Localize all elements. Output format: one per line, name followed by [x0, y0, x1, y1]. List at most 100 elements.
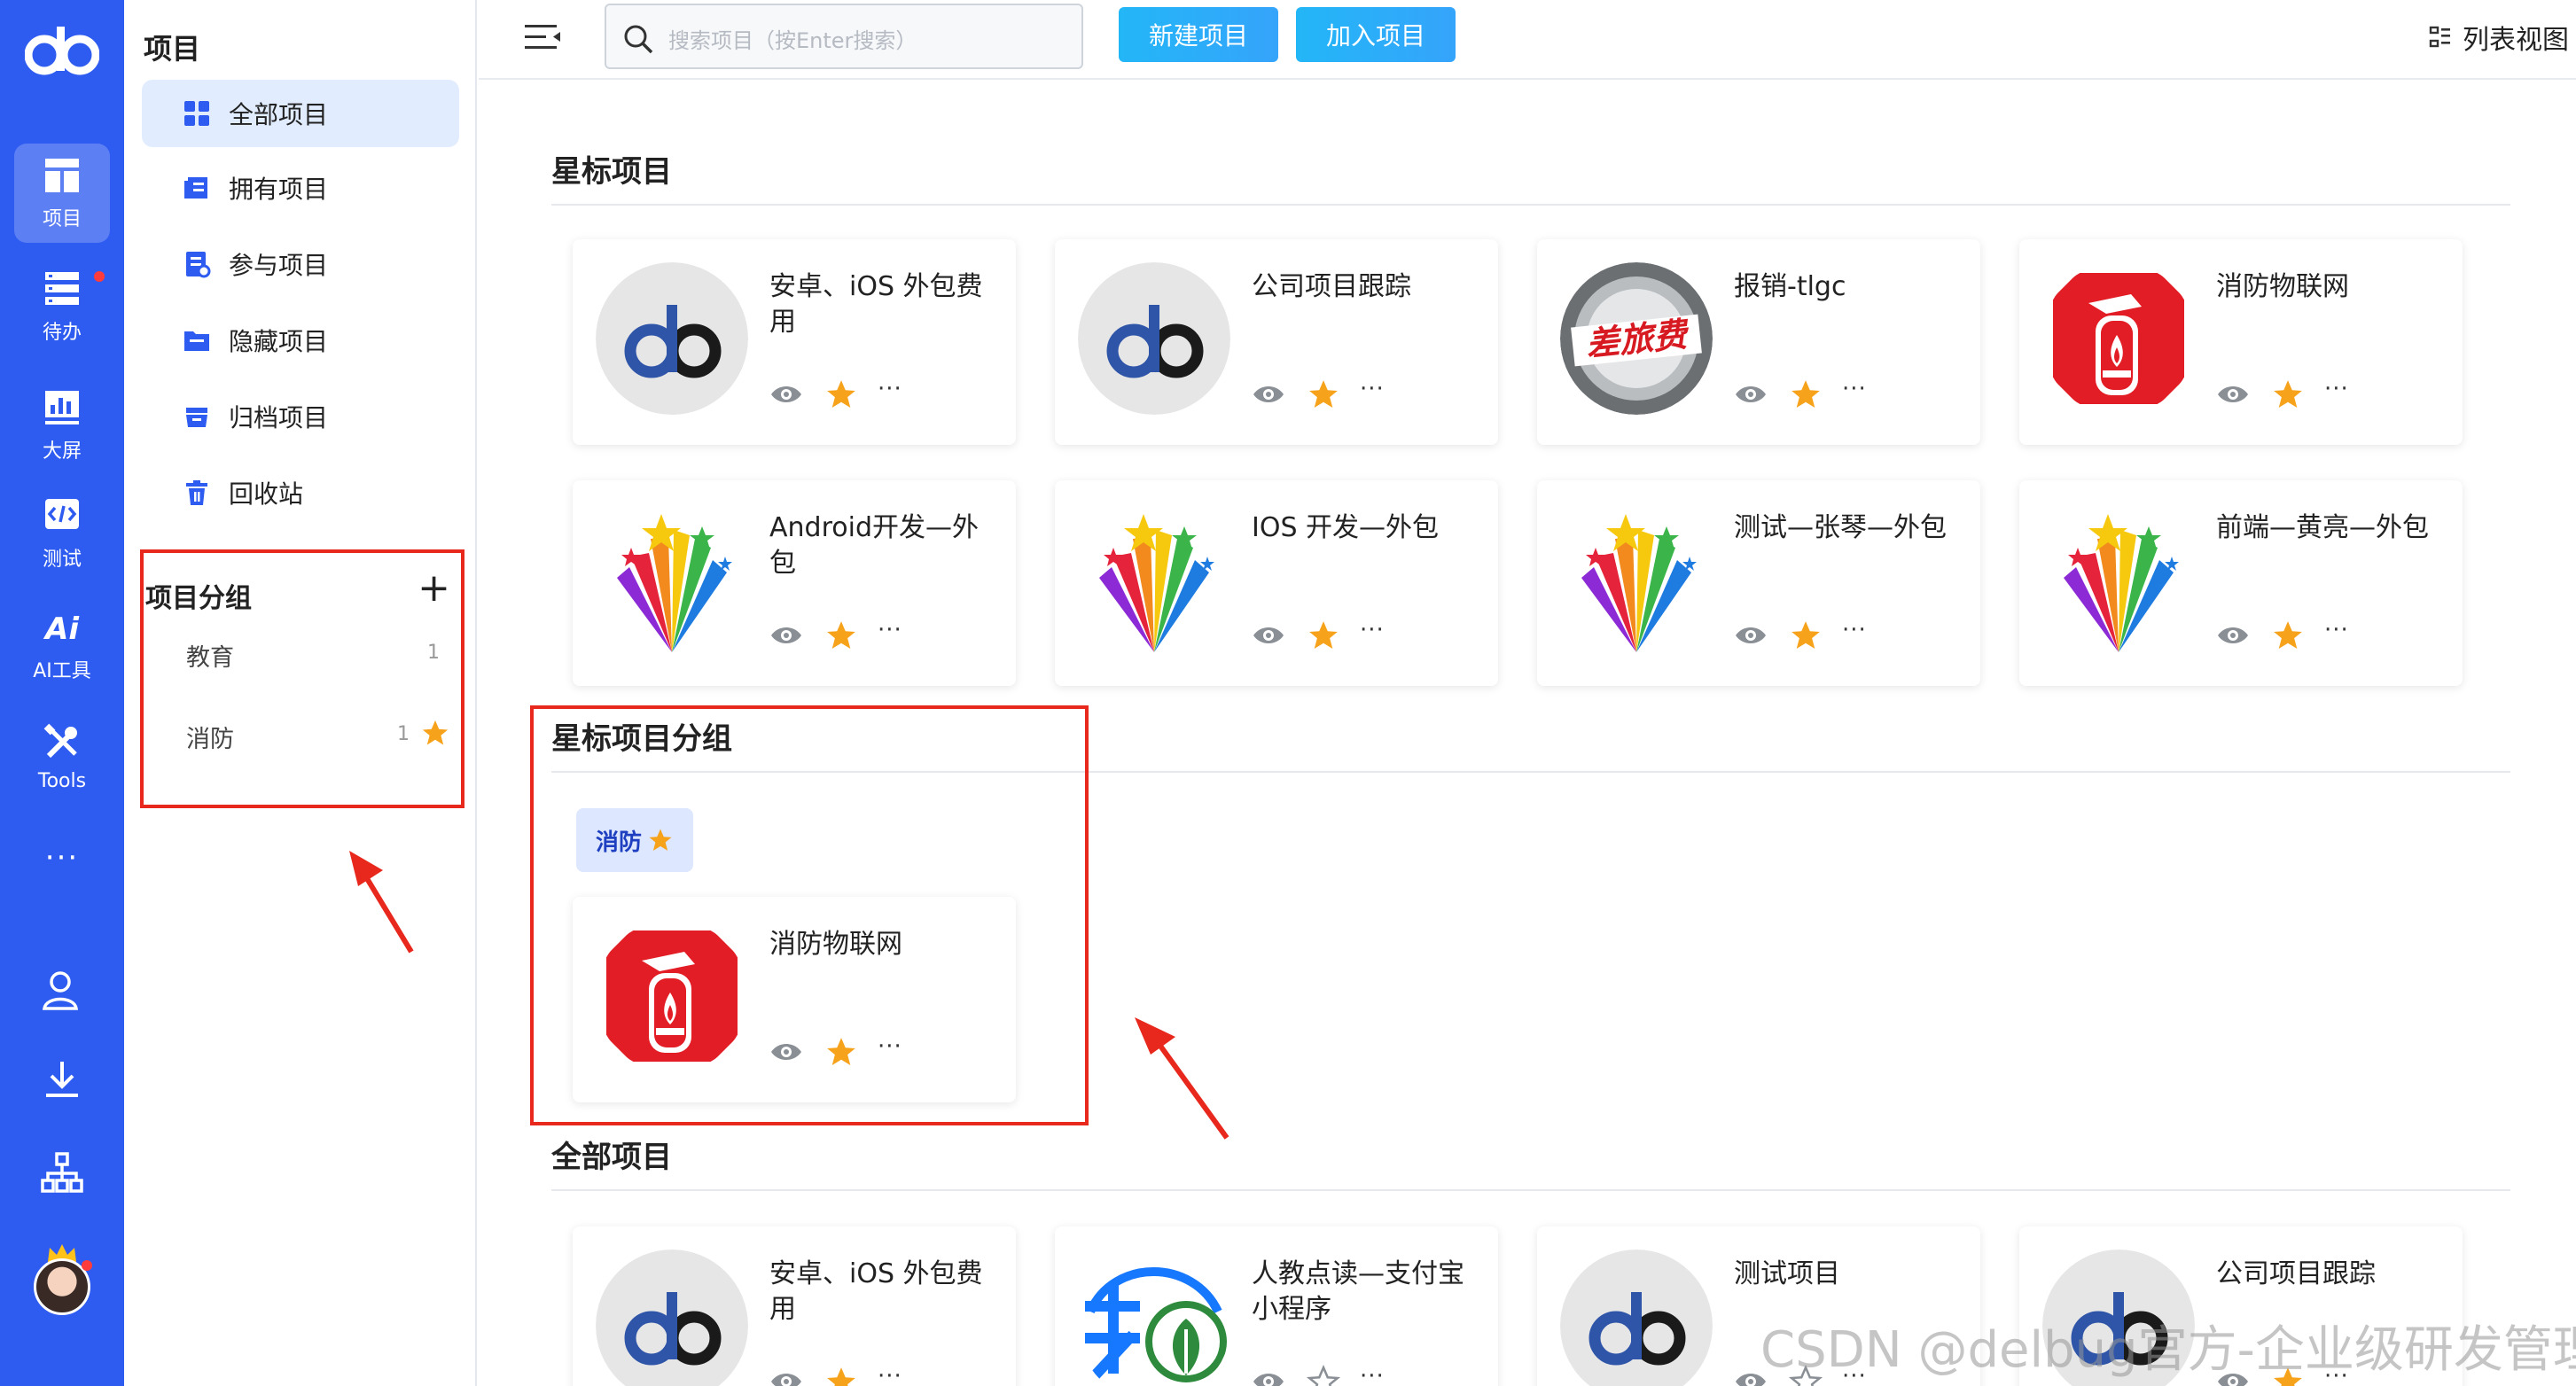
- rail-item-testing[interactable]: 测试: [14, 484, 110, 583]
- search-box[interactable]: 搜索项目（按Enter搜索）: [605, 4, 1083, 69]
- trash-icon: [186, 480, 207, 505]
- project-name[interactable]: 人教点读—支付宝小程序: [1252, 1257, 1473, 1328]
- project-card[interactable]: 人教点读—支付宝小程序 ···: [1055, 1226, 1498, 1386]
- eye-icon[interactable]: [1252, 383, 1285, 406]
- watermark: CSDN @delbug官方-企业级研发管理: [1760, 1321, 2576, 1379]
- more-options-button[interactable]: ···: [1360, 376, 1385, 402]
- menu-item-owned-projects[interactable]: 拥有项目: [142, 154, 459, 222]
- star-icon[interactable]: [1307, 1365, 1340, 1386]
- project-name[interactable]: 测试项目: [1734, 1257, 1955, 1292]
- user-icon[interactable]: [39, 968, 85, 1014]
- eye-icon[interactable]: [2216, 624, 2250, 647]
- rail-item-projects[interactable]: 项目: [14, 144, 110, 243]
- list-view-label: 列表视图: [2463, 25, 2569, 56]
- project-card[interactable]: 测试—张琴—外包 ···: [1537, 480, 1980, 686]
- star-icon[interactable]: [824, 378, 858, 411]
- menu-item-label: 全部项目: [229, 100, 329, 129]
- project-name[interactable]: 公司项目跟踪: [1252, 269, 1473, 305]
- menu-item-recycle-bin[interactable]: 回收站: [142, 459, 459, 526]
- project-name[interactable]: Android开发—外包: [769, 510, 991, 581]
- code-icon: [45, 499, 79, 529]
- more-options-button[interactable]: ···: [1360, 617, 1385, 643]
- project-name[interactable]: 测试—张琴—外包: [1734, 510, 1955, 546]
- download-icon[interactable]: [39, 1056, 85, 1102]
- eye-icon[interactable]: [769, 1370, 803, 1386]
- project-name[interactable]: 安卓、iOS 外包费用: [769, 269, 991, 340]
- more-options-button[interactable]: ···: [2324, 617, 2349, 643]
- star-icon[interactable]: [1307, 378, 1340, 411]
- project-name[interactable]: 前端—黄亮—外包: [2216, 510, 2438, 546]
- star-icon[interactable]: [2271, 619, 2305, 652]
- more-options-button[interactable]: ···: [878, 1033, 902, 1060]
- app-logo-icon[interactable]: [25, 23, 99, 80]
- project-groups-title: 项目分组: [145, 583, 252, 614]
- project-card[interactable]: 消防物联网 ···: [2019, 239, 2463, 445]
- travel-expense-logo-icon: 差旅费: [1560, 262, 1713, 415]
- search-icon: [624, 25, 653, 54]
- ai-icon: Ai: [43, 611, 80, 647]
- group-item-education[interactable]: 教育: [186, 638, 234, 673]
- star-icon[interactable]: [824, 619, 858, 652]
- project-card[interactable]: 公司项目跟踪 ···: [1055, 239, 1498, 445]
- more-options-button[interactable]: ···: [2324, 376, 2349, 402]
- menu-item-label: 参与项目: [229, 251, 329, 280]
- star-icon[interactable]: [1307, 619, 1340, 652]
- more-options-button[interactable]: ···: [1842, 376, 1867, 402]
- join-project-button[interactable]: 加入项目: [1296, 7, 1456, 62]
- eye-icon[interactable]: [1734, 383, 1768, 406]
- more-options-button[interactable]: ···: [878, 617, 902, 643]
- search-input[interactable]: 搜索项目（按Enter搜索）: [668, 23, 917, 54]
- new-project-button[interactable]: 新建项目: [1119, 7, 1278, 62]
- eye-icon[interactable]: [1252, 1370, 1285, 1386]
- project-card[interactable]: 安卓、iOS 外包费用 ···: [573, 239, 1016, 445]
- rail-item-ai-tools[interactable]: Ai AI工具: [14, 596, 110, 695]
- more-options-button[interactable]: ···: [1360, 1363, 1385, 1386]
- star-icon[interactable]: [824, 1365, 858, 1386]
- rail-item-dashboard[interactable]: 大屏: [14, 376, 110, 475]
- star-icon[interactable]: [2271, 378, 2305, 411]
- rail-item-label: Tools: [37, 769, 87, 792]
- more-options-button[interactable]: ···: [878, 376, 902, 402]
- collapse-menu-icon[interactable]: [523, 21, 562, 53]
- project-card[interactable]: 差旅费 报销-tlgc ···: [1537, 239, 1980, 445]
- project-card[interactable]: 前端—黄亮—外包 ···: [2019, 480, 2463, 686]
- project-card[interactable]: 安卓、iOS 外包费用 ···: [573, 1226, 1016, 1386]
- eye-icon[interactable]: [769, 624, 803, 647]
- star-icon[interactable]: [420, 718, 450, 748]
- project-name[interactable]: 消防物联网: [769, 927, 991, 962]
- annotation-arrow-icon: [1135, 1017, 1229, 1140]
- add-group-button[interactable]: +: [418, 569, 450, 608]
- list-view-toggle[interactable]: 列表视图: [2429, 18, 2569, 57]
- eye-icon[interactable]: [769, 383, 803, 406]
- star-icon[interactable]: [1789, 619, 1823, 652]
- eye-icon[interactable]: [2216, 383, 2250, 406]
- star-icon[interactable]: [1789, 378, 1823, 411]
- more-options-button[interactable]: ···: [878, 1363, 902, 1386]
- rail-item-tools[interactable]: Tools: [14, 707, 110, 806]
- project-card[interactable]: 消防物联网 ···: [573, 897, 1016, 1102]
- menu-item-hidden-projects[interactable]: 隐藏项目: [142, 307, 459, 374]
- notification-dot: [94, 271, 105, 282]
- eye-icon[interactable]: [769, 1040, 803, 1063]
- menu-item-archived-projects[interactable]: 归档项目: [142, 383, 459, 450]
- project-name[interactable]: 消防物联网: [2216, 269, 2438, 305]
- project-name[interactable]: 公司项目跟踪: [2216, 1257, 2438, 1292]
- more-options-button[interactable]: ···: [1842, 617, 1867, 643]
- star-icon[interactable]: [824, 1035, 858, 1069]
- bar-chart-icon: [45, 391, 79, 424]
- project-name[interactable]: IOS 开发—外包: [1252, 510, 1473, 546]
- menu-item-joined-projects[interactable]: 参与项目: [142, 230, 459, 298]
- grid-icon: [184, 101, 209, 126]
- group-item-fire[interactable]: 消防: [186, 720, 234, 754]
- org-chart-icon[interactable]: [39, 1150, 85, 1196]
- project-card[interactable]: Android开发—外包 ···: [573, 480, 1016, 686]
- db-logo-icon: [1078, 262, 1230, 415]
- rail-more-button[interactable]: ···: [0, 840, 124, 876]
- group-tag-fire[interactable]: 消防: [576, 808, 693, 872]
- menu-item-all-projects[interactable]: 全部项目: [142, 80, 459, 147]
- eye-icon[interactable]: [1734, 624, 1768, 647]
- project-name[interactable]: 报销-tlgc: [1734, 269, 1955, 305]
- project-name[interactable]: 安卓、iOS 外包费用: [769, 1257, 991, 1328]
- project-card[interactable]: IOS 开发—外包 ···: [1055, 480, 1498, 686]
- eye-icon[interactable]: [1252, 624, 1285, 647]
